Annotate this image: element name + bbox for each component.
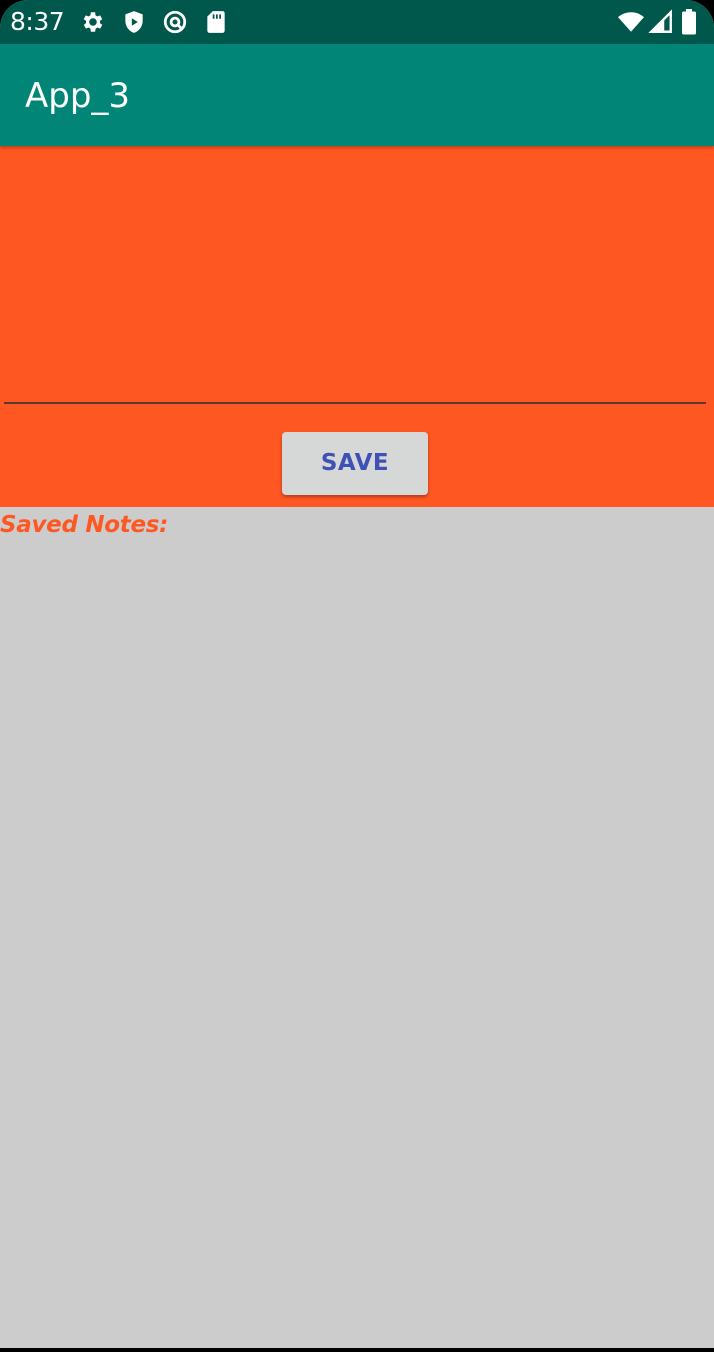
shield-play-icon (121, 9, 147, 35)
saved-notes-list[interactable] (0, 545, 714, 1345)
cell-signal-icon (648, 9, 674, 35)
saved-notes-label: Saved Notes: (0, 512, 169, 538)
note-editor-panel: SAVE (0, 146, 714, 507)
battery-icon (679, 9, 699, 35)
wifi-icon (618, 9, 644, 35)
status-time: 8:37 (10, 7, 65, 36)
status-bar: 8:37 (0, 0, 714, 44)
note-input[interactable] (4, 146, 706, 404)
save-button[interactable]: SAVE (282, 432, 428, 495)
app-title: App_3 (25, 76, 131, 116)
app-bar: App_3 (0, 44, 714, 146)
gear-icon (80, 9, 106, 35)
app-screen: 8:37 App_3 SAVE Saved Notes: (0, 0, 714, 1348)
sd-card-icon (203, 9, 229, 35)
at-sign-icon (162, 9, 188, 35)
